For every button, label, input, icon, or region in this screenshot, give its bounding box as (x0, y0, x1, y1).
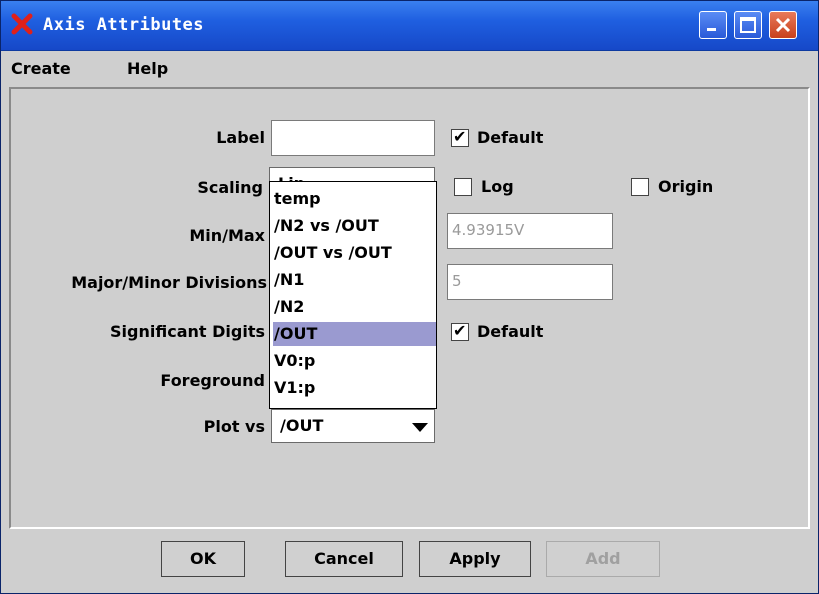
label-label: Label (216, 128, 265, 147)
label-default-label: Default (477, 128, 544, 147)
chevron-down-icon (412, 423, 428, 432)
dropdown-item-out-vs-out[interactable]: /OUT vs /OUT (273, 241, 436, 265)
minor-divisions-input[interactable]: 5 (447, 264, 613, 300)
axis-attributes-window: Axis Attributes Create Help Label ✔ Defa… (0, 0, 819, 594)
log-checkbox[interactable] (454, 178, 472, 196)
cancel-button[interactable]: Cancel (285, 541, 403, 577)
label-input[interactable] (271, 120, 435, 156)
close-button[interactable] (769, 11, 797, 39)
plotvs-dropdown-list: temp /N2 vs /OUT /OUT vs /OUT /N1 /N2 /O… (269, 181, 437, 409)
maximize-button[interactable] (734, 11, 762, 39)
dropdown-item-temp[interactable]: temp (273, 187, 436, 211)
maximize-icon (740, 17, 756, 33)
sigdigits-default-label: Default (477, 322, 544, 341)
origin-checkbox[interactable] (631, 178, 649, 196)
plotvs-label: Plot vs (203, 417, 265, 436)
menu-bar: Create Help (1, 53, 818, 85)
ok-button[interactable]: OK (161, 541, 245, 577)
menu-help[interactable]: Help (127, 59, 168, 78)
origin-label: Origin (658, 177, 714, 196)
dropdown-item-n2[interactable]: /N2 (273, 295, 436, 319)
minmax-label: Min/Max (189, 226, 265, 245)
foreground-label: Foreground (160, 371, 265, 390)
dropdown-item-n1[interactable]: /N1 (273, 268, 436, 292)
max-input[interactable]: 4.93915V (447, 213, 613, 249)
scaling-label: Scaling (197, 178, 263, 197)
dropdown-item-v0p[interactable]: V0:p (273, 349, 436, 373)
log-label: Log (481, 177, 514, 196)
dropdown-item-v1p[interactable]: V1:p (273, 376, 436, 400)
label-default-checkbox[interactable]: ✔ (451, 127, 469, 147)
add-button[interactable]: Add (546, 541, 660, 577)
sigdigits-default-checkbox[interactable]: ✔ (451, 321, 469, 341)
title-bar[interactable]: Axis Attributes (1, 1, 818, 51)
apply-button[interactable]: Apply (419, 541, 531, 577)
sigdigits-label: Significant Digits (110, 322, 265, 341)
dropdown-item-out[interactable]: /OUT (273, 322, 436, 346)
close-icon (775, 17, 791, 33)
dropdown-item-n2-vs-out[interactable]: /N2 vs /OUT (273, 214, 436, 238)
checkmark-icon: ✔ (453, 321, 467, 340)
red-x-icon (11, 13, 33, 35)
divisions-label: Major/Minor Divisions (71, 273, 267, 292)
plotvs-select-value: /OUT (280, 416, 324, 435)
window-title: Axis Attributes (43, 15, 205, 35)
menu-create[interactable]: Create (11, 59, 71, 78)
plotvs-select[interactable]: /OUT (271, 409, 435, 443)
minimize-icon (707, 28, 716, 31)
checkmark-icon: ✔ (453, 127, 467, 146)
minimize-button[interactable] (699, 11, 727, 39)
